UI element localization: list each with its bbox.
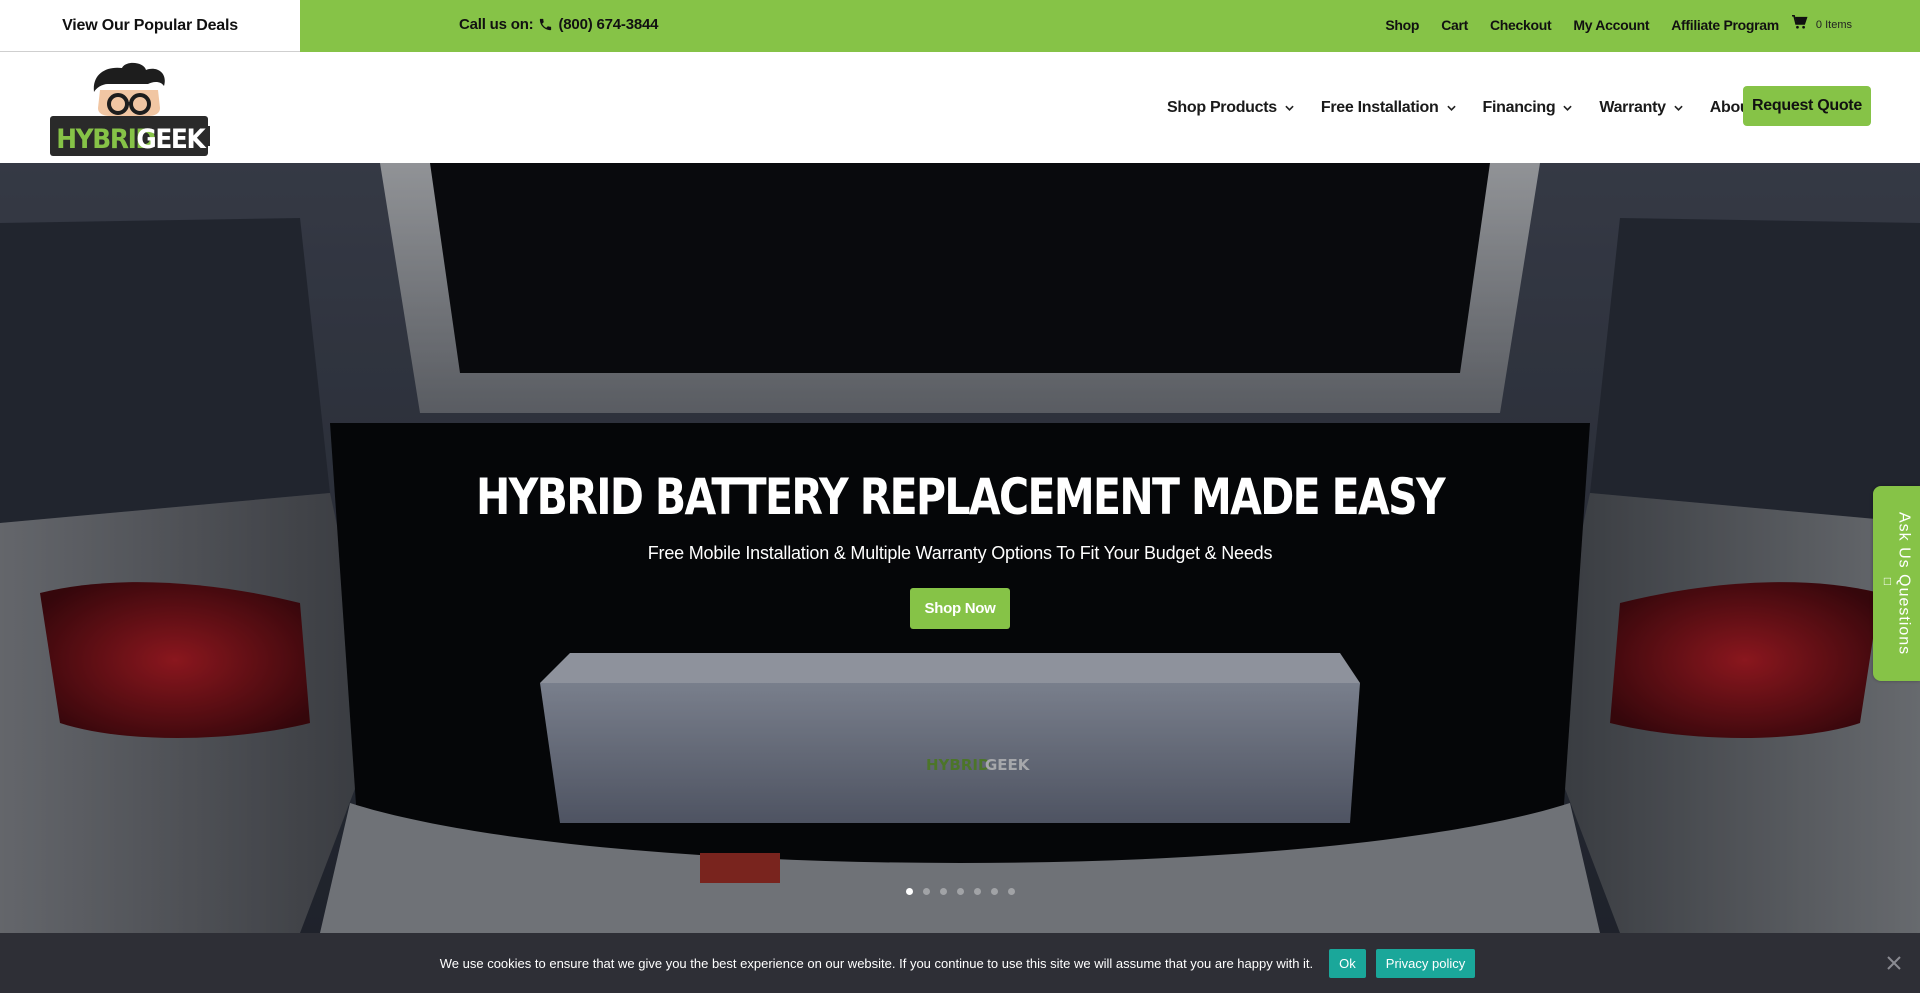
top-link-checkout[interactable]: Checkout <box>1490 17 1552 33</box>
slider-dot-6[interactable] <box>991 888 998 895</box>
top-link-affiliate-program[interactable]: Affiliate Program <box>1671 17 1779 33</box>
top-links: Shop Cart Checkout My Account Affiliate … <box>1363 0 1852 50</box>
top-link-cart[interactable]: Cart <box>1441 17 1468 33</box>
nav-shop-products[interactable]: Shop Products <box>1167 99 1294 117</box>
call-us-label: Call us on: <box>459 15 534 33</box>
slider-dot-3[interactable] <box>940 888 947 895</box>
shop-now-button[interactable]: Shop Now <box>910 588 1010 629</box>
chevron-down-icon <box>1674 105 1683 111</box>
ask-us-questions-tab[interactable]: □ Ask Us Questions <box>1873 486 1920 681</box>
site-header: HYBRID GEEK Shop Products Free Installat… <box>0 52 1920 163</box>
nav-label: Shop Products <box>1167 98 1277 116</box>
site-logo[interactable]: HYBRID GEEK <box>48 62 210 157</box>
logo-text-geek: GEEK <box>136 124 206 155</box>
phone-number-link[interactable]: (800) 674-3844 <box>558 16 658 33</box>
hero-slider: HYBRID GEEK HYBRID BATTERY REPLACEMENT M… <box>0 163 1920 933</box>
nav-label: Free Installation <box>1320 98 1439 116</box>
call-us: Call us on: (800) 674-3844 <box>459 0 658 48</box>
top-bar: View Our Popular Deals Call us on: (800)… <box>0 0 1920 52</box>
privacy-policy-button[interactable]: Privacy policy <box>1375 948 1476 978</box>
cart-icon <box>1791 14 1808 35</box>
hero-content: HYBRID BATTERY REPLACEMENT MADE EASY Fre… <box>0 163 1920 933</box>
main-nav: Shop Products Free Installation Financin… <box>1167 52 1798 163</box>
ask-us-questions-label: Ask Us Questions <box>1895 511 1913 656</box>
slider-dot-2[interactable] <box>923 888 930 895</box>
top-link-shop[interactable]: Shop <box>1385 17 1419 33</box>
nav-free-installation[interactable]: Free Installation <box>1321 99 1456 117</box>
close-icon[interactable] <box>1884 953 1904 973</box>
mini-cart[interactable]: 0 Items <box>1791 14 1852 35</box>
cart-count: 0 Items <box>1815 19 1852 31</box>
slider-dot-1[interactable] <box>906 888 913 895</box>
slider-dot-4[interactable] <box>957 888 964 895</box>
question-icon: □ <box>1880 573 1895 588</box>
phone-icon <box>538 17 553 32</box>
nav-financing[interactable]: Financing <box>1483 99 1573 117</box>
popular-deals-link[interactable]: View Our Popular Deals <box>0 0 300 52</box>
chevron-down-icon <box>1285 105 1294 111</box>
cookie-text: We use cookies to ensure that we give yo… <box>439 955 1314 971</box>
hero-subtitle: Free Mobile Installation & Multiple Warr… <box>647 543 1273 563</box>
nav-warranty[interactable]: Warranty <box>1599 98 1683 117</box>
cookie-ok-button[interactable]: Ok <box>1329 948 1366 978</box>
chevron-down-icon <box>1563 105 1573 111</box>
top-link-my-account[interactable]: My Account <box>1573 17 1649 33</box>
request-quote-button[interactable]: Request Quote <box>1743 86 1871 126</box>
chevron-down-icon <box>1446 105 1456 111</box>
cookie-notice: We use cookies to ensure that we give yo… <box>0 933 1920 993</box>
nav-label: Warranty <box>1599 98 1666 116</box>
nav-label: Financing <box>1482 98 1556 116</box>
slider-pagination <box>906 888 1025 896</box>
slider-dot-5[interactable] <box>974 888 981 895</box>
hero-title: HYBRID BATTERY REPLACEMENT MADE EASY <box>475 468 1446 526</box>
slider-dot-7[interactable] <box>1008 888 1015 895</box>
